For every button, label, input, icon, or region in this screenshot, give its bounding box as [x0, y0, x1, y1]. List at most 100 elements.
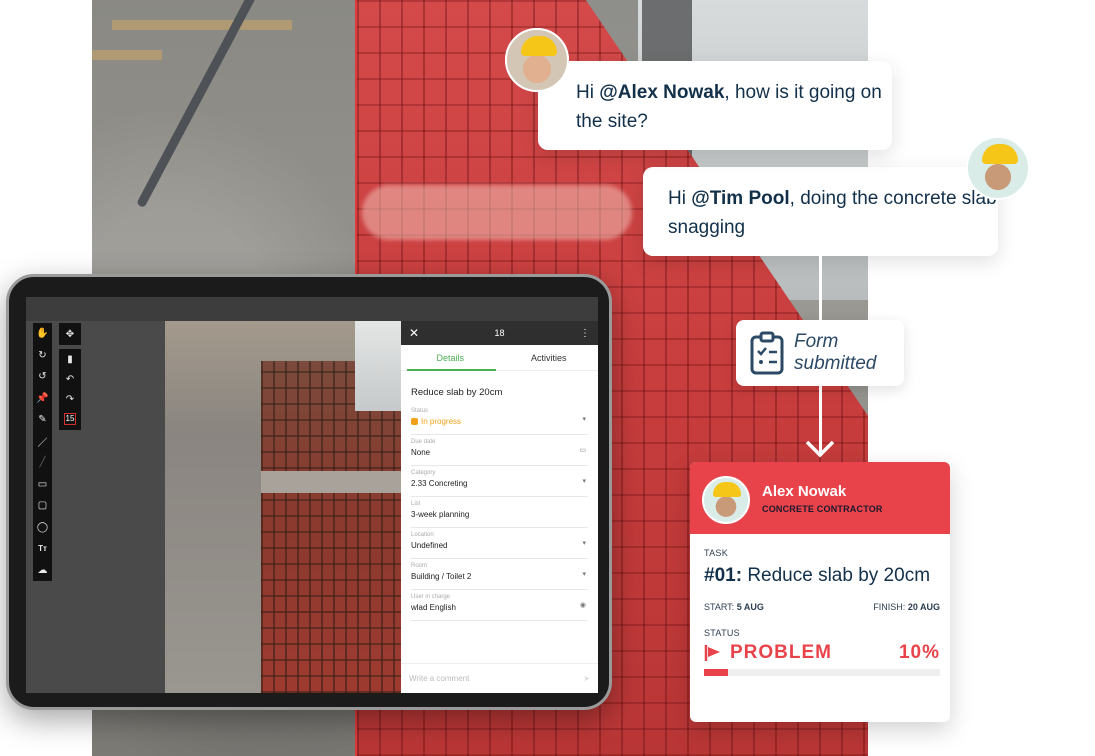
- field-value: 3-week planning: [411, 510, 470, 519]
- flag-icon: [704, 645, 720, 661]
- field-label: Location: [411, 532, 434, 538]
- send-icon[interactable]: ➤: [583, 674, 590, 683]
- pen-icon[interactable]: ／: [33, 431, 52, 453]
- status-row: PROBLEM 10%: [704, 642, 940, 664]
- tablet-screen: ✋ ↻ ↺ 📌 ✎ ／ ╱ ▭ ▢ ◯ Tт ☁ ✥ ▮ ↶ ↷ 15 ✕ 18…: [26, 297, 598, 693]
- start-label: START:: [704, 602, 735, 612]
- redo-icon[interactable]: ↷: [59, 389, 81, 409]
- progress-percent: 10%: [898, 642, 940, 663]
- line-tool-icon[interactable]: ╱: [33, 452, 52, 474]
- rotate-ccw-icon[interactable]: ↺: [33, 366, 52, 388]
- task-title-text: Reduce slab by 20cm: [747, 565, 931, 586]
- field-value: In progress: [411, 417, 588, 426]
- hard-hat-icon: [982, 144, 1018, 164]
- more-options-icon[interactable]: ⋮: [580, 328, 590, 339]
- cloud-tool-icon[interactable]: ☁: [33, 560, 52, 582]
- status-label: STATUS: [704, 628, 740, 638]
- field-label: List: [411, 501, 421, 507]
- finish-value: 20 AUG: [907, 602, 940, 612]
- pencil-icon[interactable]: ✎: [33, 409, 52, 431]
- arrow-down-icon: [805, 440, 835, 458]
- chat-message-1: Hi @Alex Nowak, how is it going on the s…: [538, 61, 892, 150]
- rounded-rect-tool-icon[interactable]: ▢: [33, 495, 52, 517]
- wood-plank: [112, 20, 292, 30]
- move-tool-group: ✥: [59, 323, 81, 345]
- task-count: 18: [494, 328, 505, 338]
- calendar-icon: ▭: [579, 447, 586, 454]
- field-value: None: [411, 448, 431, 457]
- chevron-down-icon: ▾: [582, 416, 586, 423]
- field-user-in-charge[interactable]: User in charge wlad English ◉: [411, 590, 588, 621]
- start-date: START: 5 AUG: [704, 602, 764, 612]
- panel-header: ✕ 18 ⋮: [401, 321, 598, 345]
- page-number: 15: [63, 413, 77, 425]
- rotate-cw-icon[interactable]: ↻: [33, 345, 52, 367]
- hard-hat-icon: [521, 36, 557, 56]
- task-title: #01: Reduce slab by 20cm: [704, 563, 940, 588]
- comment-placeholder: Write a comment: [409, 674, 470, 683]
- panel-task-title: Reduce slab by 20cm: [411, 387, 503, 398]
- field-category[interactable]: Category 2.33 Concreting ▾: [411, 466, 588, 497]
- task-dates: START: 5 AUG FINISH: 20 AUG: [704, 602, 940, 612]
- mention-tim-pool[interactable]: @Tim Pool: [691, 188, 789, 209]
- field-label: Status: [411, 408, 429, 414]
- form-status-text: Form submitted: [794, 331, 876, 375]
- form-submitted-chip: Form submitted: [736, 320, 904, 386]
- field-value: Undefined: [411, 541, 448, 550]
- wood-plank: [92, 50, 162, 60]
- clipboard-checklist-icon: [750, 331, 784, 375]
- field-label: Due date: [411, 439, 436, 445]
- field-due-date[interactable]: Due date None ▭: [411, 435, 588, 466]
- close-icon[interactable]: ✕: [409, 326, 419, 340]
- assignee-avatar: [702, 476, 750, 524]
- form-status-line1: Form: [794, 331, 839, 352]
- assignee-name: Alex Nowak: [762, 483, 847, 500]
- avatar-tim-pool-overlay: [505, 28, 569, 92]
- page-badge[interactable]: 15: [59, 409, 81, 429]
- field-value: 2.33 Concreting: [411, 479, 468, 488]
- ellipse-tool-icon[interactable]: ◯: [33, 517, 52, 539]
- field-label: Room: [411, 563, 428, 569]
- pin-icon[interactable]: 📌: [33, 388, 52, 410]
- mention-alex-nowak[interactable]: @Alex Nowak: [599, 82, 724, 103]
- field-room[interactable]: Room Building / Toilet 2 ▾: [411, 559, 588, 590]
- field-value: wlad English: [411, 603, 456, 612]
- rectangle-tool-icon[interactable]: ▭: [33, 474, 52, 496]
- task-card[interactable]: Alex Nowak CONCRETE CONTRACTOR TASK #01:…: [690, 462, 950, 722]
- edit-toolbar: ▮ ↶ ↷ 15: [59, 349, 81, 430]
- chat-message-2: Hi @Tim Pool, doing the concrete slab sn…: [643, 167, 998, 256]
- hand-tool-icon[interactable]: ✋: [33, 323, 52, 345]
- task-details-panel: ✕ 18 ⋮ Details Activities Reduce slab by…: [401, 321, 598, 693]
- hard-hat-icon: [713, 482, 741, 497]
- comment-input[interactable]: Write a comment ➤: [401, 663, 598, 693]
- status-text: In progress: [421, 417, 462, 426]
- eye-icon: ◉: [579, 602, 586, 609]
- task-label: TASK: [704, 548, 729, 558]
- field-value: Building / Toilet 2: [411, 572, 472, 581]
- field-label: User in charge: [411, 594, 451, 600]
- form-status-line2: submitted: [794, 353, 877, 374]
- task-card-header: Alex Nowak CONCRETE CONTRACTOR: [690, 462, 950, 534]
- finish-date: FINISH: 20 AUG: [873, 602, 940, 612]
- plan-photo[interactable]: [165, 321, 401, 693]
- status-value: PROBLEM: [730, 642, 832, 663]
- text-tool-icon[interactable]: Tт: [33, 538, 52, 560]
- concrete-debris: [362, 185, 632, 240]
- task-number: #01:: [704, 565, 743, 586]
- railing-area: [355, 321, 401, 411]
- finish-label: FINISH:: [873, 602, 906, 612]
- field-status[interactable]: Status In progress ▾: [411, 404, 588, 435]
- tab-details[interactable]: Details: [401, 345, 500, 371]
- trash-icon[interactable]: ▮: [59, 349, 81, 369]
- tablet-device: ✋ ↻ ↺ 📌 ✎ ／ ╱ ▭ ▢ ◯ Tт ☁ ✥ ▮ ↶ ↷ 15 ✕ 18…: [6, 274, 612, 710]
- status-dot-icon: [411, 418, 418, 425]
- chevron-down-icon: ▾: [582, 478, 586, 485]
- field-location[interactable]: Location Undefined ▾: [411, 528, 588, 559]
- move-icon[interactable]: ✥: [59, 323, 81, 345]
- message-text: Hi: [576, 82, 600, 103]
- field-list[interactable]: List 3-week planning: [411, 497, 588, 528]
- tab-activities[interactable]: Activities: [500, 345, 599, 370]
- assignee-role: CONCRETE CONTRACTOR: [762, 504, 883, 514]
- undo-icon[interactable]: ↶: [59, 369, 81, 389]
- progress-bar: [704, 669, 940, 676]
